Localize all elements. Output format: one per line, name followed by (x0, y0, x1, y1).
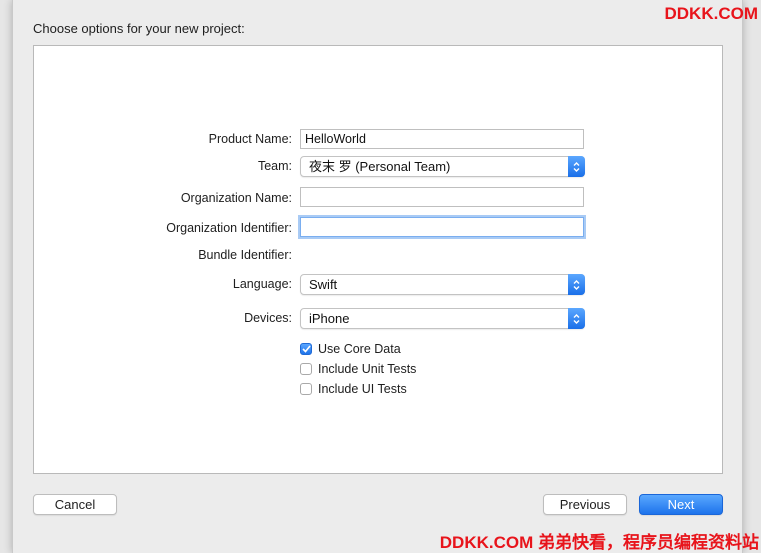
previous-button[interactable]: Previous (543, 494, 627, 515)
team-popup[interactable]: 夜末 罗 (Personal Team) (300, 156, 585, 177)
language-popup-value: Swift (309, 277, 338, 292)
organization-name-label: Organization Name: (180, 191, 292, 205)
cancel-button[interactable]: Cancel (33, 494, 117, 515)
organization-identifier-label: Organization Identifier: (166, 221, 292, 235)
language-popup[interactable]: Swift (300, 274, 585, 295)
options-panel: Product Name: HelloWorld Team: 夜末 罗 (Per… (33, 45, 723, 474)
include-unit-tests-option[interactable]: Include Unit Tests (300, 361, 416, 377)
dialog-heading: Choose options for your new project: (33, 21, 245, 36)
chevron-updown-icon (568, 308, 585, 329)
bundle-identifier-label: Bundle Identifier: (198, 248, 292, 262)
include-ui-tests-checkbox[interactable] (300, 383, 312, 395)
include-ui-tests-label: Include UI Tests (318, 382, 407, 396)
watermark-bottom: DDKK.COM 弟弟快看，程序员编程资料站 (439, 533, 759, 552)
product-name-field[interactable]: HelloWorld (300, 129, 584, 149)
use-core-data-option[interactable]: Use Core Data (300, 341, 401, 357)
team-label: Team: (257, 159, 292, 173)
organization-name-field[interactable] (300, 187, 584, 207)
include-ui-tests-option[interactable]: Include UI Tests (300, 381, 407, 397)
include-unit-tests-label: Include Unit Tests (318, 362, 417, 376)
checkmark-icon (301, 345, 311, 353)
watermark-top: DDKK.COM (664, 4, 759, 23)
include-unit-tests-checkbox[interactable] (300, 363, 312, 375)
new-project-sheet: Choose options for your new project: Pro… (12, 0, 743, 553)
organization-identifier-field[interactable] (300, 217, 584, 237)
chevron-updown-icon (568, 156, 585, 177)
team-popup-value: 夜末 罗 (Personal Team) (309, 159, 451, 174)
language-label: Language: (232, 277, 292, 291)
devices-popup-value: iPhone (309, 311, 350, 326)
chevron-updown-icon (568, 274, 585, 295)
devices-label: Devices: (244, 311, 292, 325)
product-name-label: Product Name: (208, 132, 292, 146)
devices-popup[interactable]: iPhone (300, 308, 585, 329)
use-core-data-checkbox[interactable] (300, 343, 312, 355)
next-button[interactable]: Next (639, 494, 723, 515)
use-core-data-label: Use Core Data (318, 342, 401, 356)
